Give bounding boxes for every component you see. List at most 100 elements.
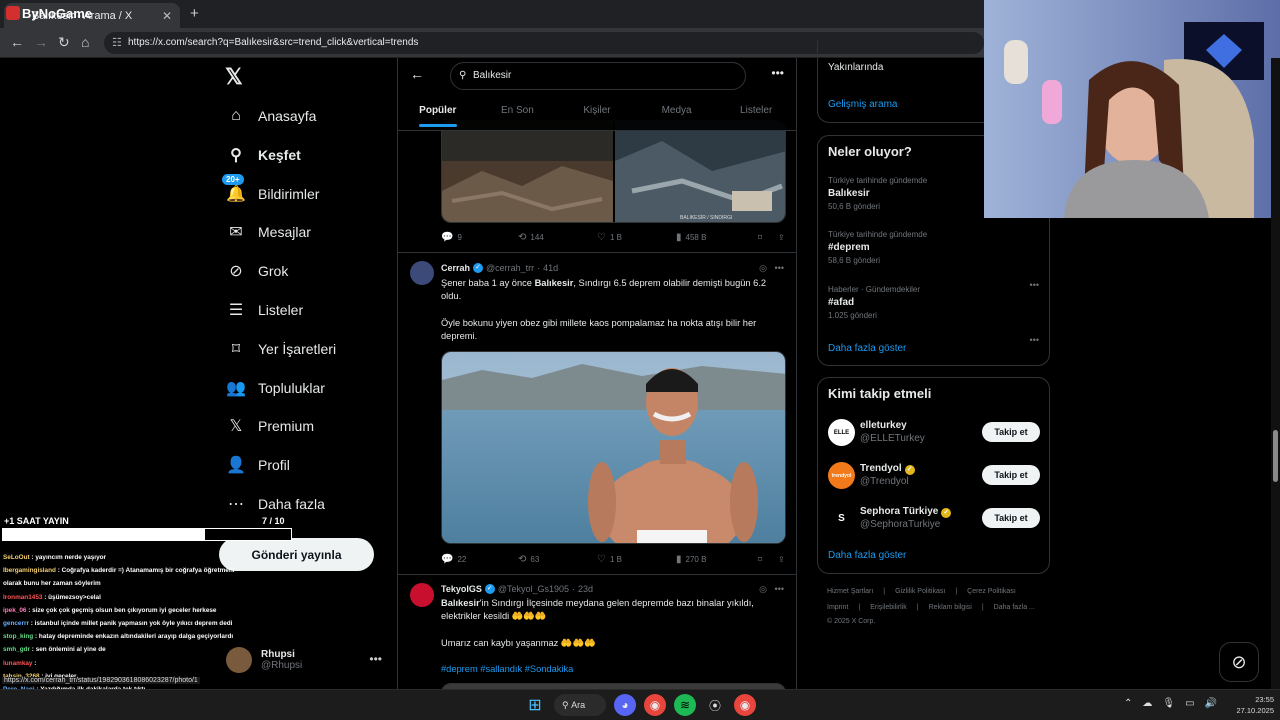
volume-icon[interactable]: 🔊 [1205,698,1217,709]
tweet-time[interactable]: 41d [543,263,558,273]
reply-button[interactable]: 💬 22 [441,554,518,565]
author-handle[interactable]: @Tekyol_Gs1905 [498,584,569,594]
x-logo-icon[interactable]: 𝕏 [225,64,243,90]
taskbar-clock[interactable]: 23:55 27.10.2025 [1228,694,1274,716]
discord-icon[interactable]: ◕ [614,694,636,716]
retweet-button[interactable]: ⟲ 63 [518,554,597,565]
tab-0[interactable]: Popüler [398,102,478,130]
chrome-icon[interactable]: ◉ [644,694,666,716]
follow-button[interactable]: Takip et [982,508,1040,528]
nav-item-7[interactable]: 👥 Topluluklar [226,374,325,402]
windows-start-icon[interactable]: ⊞ [524,694,546,716]
trend-item[interactable]: Haberler · Gündemdekiler #afad 1.025 gönde… [828,285,920,320]
more-icon[interactable]: ••• [1030,335,1039,345]
follow-suggestion[interactable]: S Sephora Türkiye ✓ @SephoraTurkiye Takip et [828,503,1040,533]
more-icon[interactable]: ••• [1030,280,1039,290]
site-settings-icon[interactable]: ☷ [112,32,122,54]
footer-link[interactable]: Imprint [827,604,848,611]
nav-item-1[interactable]: ⚲ Keşfet [226,141,301,169]
page-scrollbar[interactable] [1271,58,1280,696]
bookmark-icon[interactable]: ⌑ [758,233,778,242]
tweet-image[interactable] [441,351,786,544]
home-icon[interactable]: ⌂ [81,34,89,50]
forward-arrow-icon[interactable]: → [34,34,48,50]
trend-item[interactable]: Türkiye tarihinde gündemde Balıkesir 50,6 … [828,176,927,211]
author-name[interactable]: Cerrah [441,263,470,273]
spotify-icon[interactable]: ≋ [674,694,696,716]
obs-icon[interactable]: ⦿ [704,694,726,716]
footer-link[interactable]: Gizlilik Politikası [895,588,945,595]
nav-item-8[interactable]: 𝕏 Premium [226,412,314,440]
footer-link[interactable]: Çerez Politikası [967,588,1016,595]
tab-close-icon[interactable]: ✕ [162,9,172,23]
grok-icon[interactable]: ◎ [759,263,767,273]
nav-item-5[interactable]: ☰ Listeler [226,296,303,324]
taskbar-search[interactable]: ⚲ Ara [554,694,606,716]
retweet-button[interactable]: ⟲ 144 [518,232,597,243]
show-more-link[interactable]: Daha fazla göster [828,550,906,561]
follow-suggestion[interactable]: trendyol Trendyol ✓ @Trendyol Takip et [828,460,1040,490]
follow-suggestion[interactable]: ELLE elleturkey @ELLETurkey Takip et [828,417,1040,447]
grok-icon[interactable]: ◎ [759,584,767,594]
like-button[interactable]: ♡ 1 B [597,232,676,243]
footer-link[interactable]: Reklam bilgisi [929,604,972,611]
like-count: 1 B [609,555,622,564]
views-button[interactable]: ▮ 270 B [676,554,758,565]
reply-button[interactable]: 💬 9 [441,232,518,243]
footer-link[interactable]: Erişilebilirlik [870,604,907,611]
more-icon[interactable]: ••• [369,652,382,666]
tab-2[interactable]: Kişiler [557,102,637,130]
reload-icon[interactable]: ↻ [58,34,70,51]
back-arrow-icon[interactable]: ← [10,34,24,50]
follow-name[interactable]: Sephora Türkiye ✓ [860,506,952,518]
views-button[interactable]: ▮ 458 B [676,232,758,243]
back-arrow-icon[interactable]: ← [410,66,424,82]
follow-name[interactable]: elleturkey [860,420,907,431]
more-icon[interactable]: ••• [775,584,784,594]
avatar[interactable] [410,583,434,607]
tab-4[interactable]: Listeler [716,102,796,130]
nav-item-0[interactable]: ⌂ Anasayfa [226,102,316,130]
footer-link[interactable]: Daha fazla ... [994,604,1035,611]
show-more-link[interactable]: Daha fazla göster [828,343,906,354]
more-icon[interactable]: ••• [775,263,784,273]
footer-link[interactable]: Hizmet Şartları [827,588,873,595]
tab-1[interactable]: En Son [478,102,558,130]
author-name[interactable]: TekyolGS [441,584,482,594]
author-handle[interactable]: @cerrah_trr [486,263,534,273]
location-filter[interactable]: Yakınlarında [828,62,883,73]
tweet-hashtags[interactable]: #deprem #sallandık #Sondakika [441,663,786,676]
cloud-icon[interactable]: ☁ [1142,698,1152,709]
tweet-time[interactable]: 23d [578,584,593,594]
more-icon[interactable]: ••• [771,66,784,80]
chevron-up-icon[interactable]: ⌃ [1124,698,1132,709]
grok-floating-button[interactable]: ⊘ [1219,642,1259,682]
microphone-icon[interactable]: 🎙 [1162,698,1175,709]
nav-item-9[interactable]: 👤 Profil [226,451,290,479]
share-icon[interactable]: ⇪ [778,233,785,242]
scrollbar-thumb[interactable] [1273,430,1278,482]
nav-item-4[interactable]: ⊘ Grok [226,257,288,285]
display-icon[interactable]: ▭ [1185,698,1194,709]
avatar[interactable]: ELLE [828,419,855,446]
trend-item[interactable]: Türkiye tarihinde gündemde #deprem 58,6 B … [828,230,927,265]
nav-item-6[interactable]: ⌑ Yer İşaretleri [226,335,336,363]
bookmark-icon[interactable]: ⌑ [758,555,778,564]
nav-item-10[interactable]: ⋯ Daha fazla [226,490,325,518]
tweet-image-grid[interactable]: BALIKESİR / SINDIRGI [441,120,786,223]
nav-item-3[interactable]: ✉ Mesajlar [226,218,311,246]
tab-3[interactable]: Medya [637,102,717,130]
advanced-search-link[interactable]: Gelişmiş arama [828,99,897,110]
chrome-active-icon[interactable]: ◉ [734,694,756,716]
avatar[interactable] [410,261,434,285]
search-input[interactable]: ⚲ Balıkesir [450,62,746,90]
follow-button[interactable]: Takip et [982,465,1040,485]
avatar[interactable]: S [828,505,855,532]
avatar[interactable]: trendyol [828,462,855,489]
like-button[interactable]: ♡ 1 B [597,554,676,565]
share-icon[interactable]: ⇪ [778,555,785,564]
follow-button[interactable]: Takip et [982,422,1040,442]
follow-name[interactable]: Trendyol ✓ [860,463,915,475]
new-tab-icon[interactable]: + [190,5,199,22]
nav-item-2[interactable]: 🔔 20+ Bildirimler [222,174,319,208]
